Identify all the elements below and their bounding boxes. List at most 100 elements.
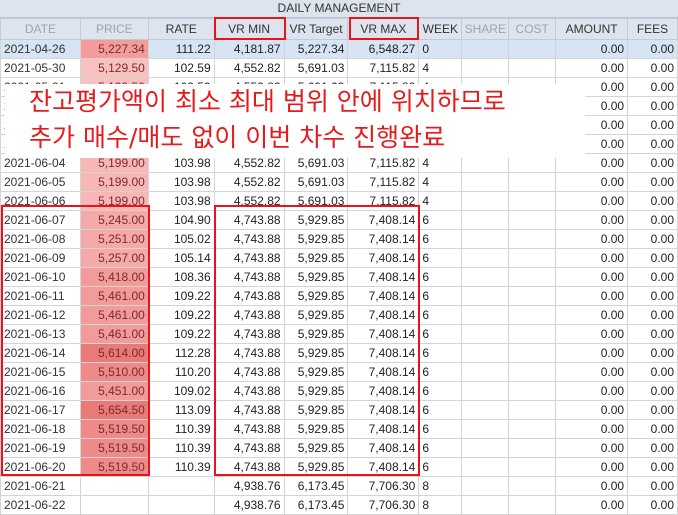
- cell-amount[interactable]: 0.00: [555, 362, 629, 382]
- table-row[interactable]: 2021-06-15 5,510.00 110.20 4,743.88 5,929.85…: [0, 362, 678, 382]
- cell-vr-max[interactable]: 7,706.30: [347, 495, 420, 515]
- cell-amount[interactable]: 0.00: [555, 324, 629, 344]
- cell-rate[interactable]: 113.09: [147, 400, 215, 420]
- cell-fees[interactable]: 0.00: [627, 77, 678, 97]
- cell-rate[interactable]: [147, 495, 215, 515]
- table-row[interactable]: 2021-06-14 5,614.00 112.28 4,743.88 5,929.85…: [0, 343, 678, 363]
- cell-amount[interactable]: 0.00: [555, 229, 629, 249]
- cell-fees[interactable]: 0.00: [627, 58, 678, 78]
- cell-vr-target[interactable]: 5,929.85: [283, 324, 349, 344]
- cell-rate[interactable]: 104.90: [147, 210, 215, 230]
- cell-rate[interactable]: 108.36: [147, 267, 215, 287]
- cell-vr-min[interactable]: 4,743.88: [213, 229, 285, 249]
- cell-vr-target[interactable]: 5,691.03: [283, 172, 349, 192]
- table-row[interactable]: 2021-06-12 5,461.00 109.22 4,743.88 5,929.85…: [0, 305, 678, 325]
- cell-share[interactable]: [461, 381, 510, 401]
- cell-week[interactable]: 8: [418, 495, 463, 515]
- cell-vr-target[interactable]: 5,929.85: [283, 343, 349, 363]
- column-header-fees[interactable]: FEES: [627, 18, 678, 40]
- cell-vr-min[interactable]: 4,743.88: [213, 457, 285, 477]
- cell-cost[interactable]: [508, 381, 557, 401]
- cell-fees[interactable]: 0.00: [627, 229, 678, 249]
- cell-rate[interactable]: 110.39: [147, 438, 215, 458]
- cell-fees[interactable]: 0.00: [627, 153, 678, 173]
- cell-week[interactable]: 6: [418, 362, 463, 382]
- cell-amount[interactable]: 0.00: [555, 191, 629, 211]
- cell-vr-target[interactable]: 5,929.85: [283, 229, 349, 249]
- cell-price[interactable]: [79, 495, 149, 515]
- cell-vr-target[interactable]: 5,929.85: [283, 248, 349, 268]
- table-row[interactable]: 2021-04-26 5,227.34 111.22 4,181.87 5,227.34…: [0, 39, 678, 59]
- cell-share[interactable]: [461, 438, 510, 458]
- table-row[interactable]: 2021-06-08 5,251.00 105.02 4,743.88 5,929.85…: [0, 229, 678, 249]
- cell-date[interactable]: 2021-05-30: [0, 58, 81, 78]
- cell-vr-max[interactable]: 7,408.14: [347, 419, 420, 439]
- cell-vr-max[interactable]: 7,408.14: [347, 438, 420, 458]
- table-row[interactable]: 2021-06-10 5,418.00 108.36 4,743.88 5,929.85…: [0, 267, 678, 287]
- cell-share[interactable]: [461, 305, 510, 325]
- cell-cost[interactable]: [508, 191, 557, 211]
- table-row[interactable]: 2021-06-09 5,257.00 105.14 4,743.88 5,929.85…: [0, 248, 678, 268]
- column-header-vr-target[interactable]: VR Target: [283, 18, 349, 40]
- cell-week[interactable]: 6: [418, 381, 463, 401]
- cell-price[interactable]: 5,519.50: [79, 438, 149, 458]
- cell-vr-min[interactable]: 4,938.76: [213, 495, 285, 515]
- cell-week[interactable]: 6: [418, 267, 463, 287]
- cell-vr-target[interactable]: 5,691.03: [283, 58, 349, 78]
- cell-vr-target[interactable]: 5,929.85: [283, 381, 349, 401]
- cell-week[interactable]: 6: [418, 419, 463, 439]
- column-header-cost[interactable]: COST: [508, 18, 557, 40]
- cell-vr-min[interactable]: 4,743.88: [213, 343, 285, 363]
- cell-amount[interactable]: 0.00: [555, 58, 629, 78]
- cell-week[interactable]: 6: [418, 438, 463, 458]
- cell-price[interactable]: 5,199.00: [79, 191, 149, 211]
- cell-price[interactable]: 5,519.50: [79, 457, 149, 477]
- cell-share[interactable]: [461, 476, 510, 496]
- cell-amount[interactable]: 0.00: [555, 419, 629, 439]
- cell-vr-min[interactable]: 4,743.88: [213, 400, 285, 420]
- cell-date[interactable]: 2021-06-13: [0, 324, 81, 344]
- cell-vr-max[interactable]: 7,115.82: [347, 172, 420, 192]
- cell-rate[interactable]: 111.22: [147, 39, 215, 59]
- cell-cost[interactable]: [508, 172, 557, 192]
- cell-fees[interactable]: 0.00: [627, 362, 678, 382]
- cell-rate[interactable]: 110.39: [147, 457, 215, 477]
- cell-amount[interactable]: 0.00: [555, 438, 629, 458]
- cell-rate[interactable]: 102.59: [147, 58, 215, 78]
- cell-vr-max[interactable]: 7,408.14: [347, 229, 420, 249]
- cell-date[interactable]: 2021-06-15: [0, 362, 81, 382]
- cell-price[interactable]: 5,654.50: [79, 400, 149, 420]
- table-row[interactable]: 2021-06-13 5,461.00 109.22 4,743.88 5,929.85…: [0, 324, 678, 344]
- cell-vr-max[interactable]: 7,408.14: [347, 286, 420, 306]
- cell-vr-target[interactable]: 5,929.85: [283, 457, 349, 477]
- cell-price[interactable]: 5,510.00: [79, 362, 149, 382]
- cell-vr-min[interactable]: 4,743.88: [213, 381, 285, 401]
- column-header-vr-max[interactable]: VR MAX: [347, 18, 420, 40]
- column-header-price[interactable]: PRICE: [79, 18, 149, 40]
- cell-fees[interactable]: 0.00: [627, 286, 678, 306]
- cell-week[interactable]: 6: [418, 343, 463, 363]
- cell-share[interactable]: [461, 419, 510, 439]
- cell-price[interactable]: 5,519.50: [79, 419, 149, 439]
- cell-share[interactable]: [461, 495, 510, 515]
- cell-date[interactable]: 2021-06-16: [0, 381, 81, 401]
- cell-amount[interactable]: 0.00: [555, 457, 629, 477]
- cell-week[interactable]: 6: [418, 457, 463, 477]
- table-row[interactable]: 2021-06-16 5,451.00 109.02 4,743.88 5,929.85…: [0, 381, 678, 401]
- cell-fees[interactable]: 0.00: [627, 495, 678, 515]
- cell-date[interactable]: 2021-06-20: [0, 457, 81, 477]
- cell-fees[interactable]: 0.00: [627, 96, 678, 116]
- cell-date[interactable]: 2021-06-11: [0, 286, 81, 306]
- cell-vr-max[interactable]: 7,408.14: [347, 248, 420, 268]
- cell-date[interactable]: 2021-06-08: [0, 229, 81, 249]
- cell-price[interactable]: 5,227.34: [79, 39, 149, 59]
- cell-fees[interactable]: 0.00: [627, 248, 678, 268]
- cell-amount[interactable]: 0.00: [555, 210, 629, 230]
- cell-cost[interactable]: [508, 419, 557, 439]
- cell-cost[interactable]: [508, 343, 557, 363]
- cell-cost[interactable]: [508, 476, 557, 496]
- cell-amount[interactable]: 0.00: [555, 39, 629, 59]
- table-row[interactable]: 2021-06-20 5,519.50 110.39 4,743.88 5,929.85…: [0, 457, 678, 477]
- cell-date[interactable]: 2021-06-05: [0, 172, 81, 192]
- cell-date[interactable]: 2021-06-09: [0, 248, 81, 268]
